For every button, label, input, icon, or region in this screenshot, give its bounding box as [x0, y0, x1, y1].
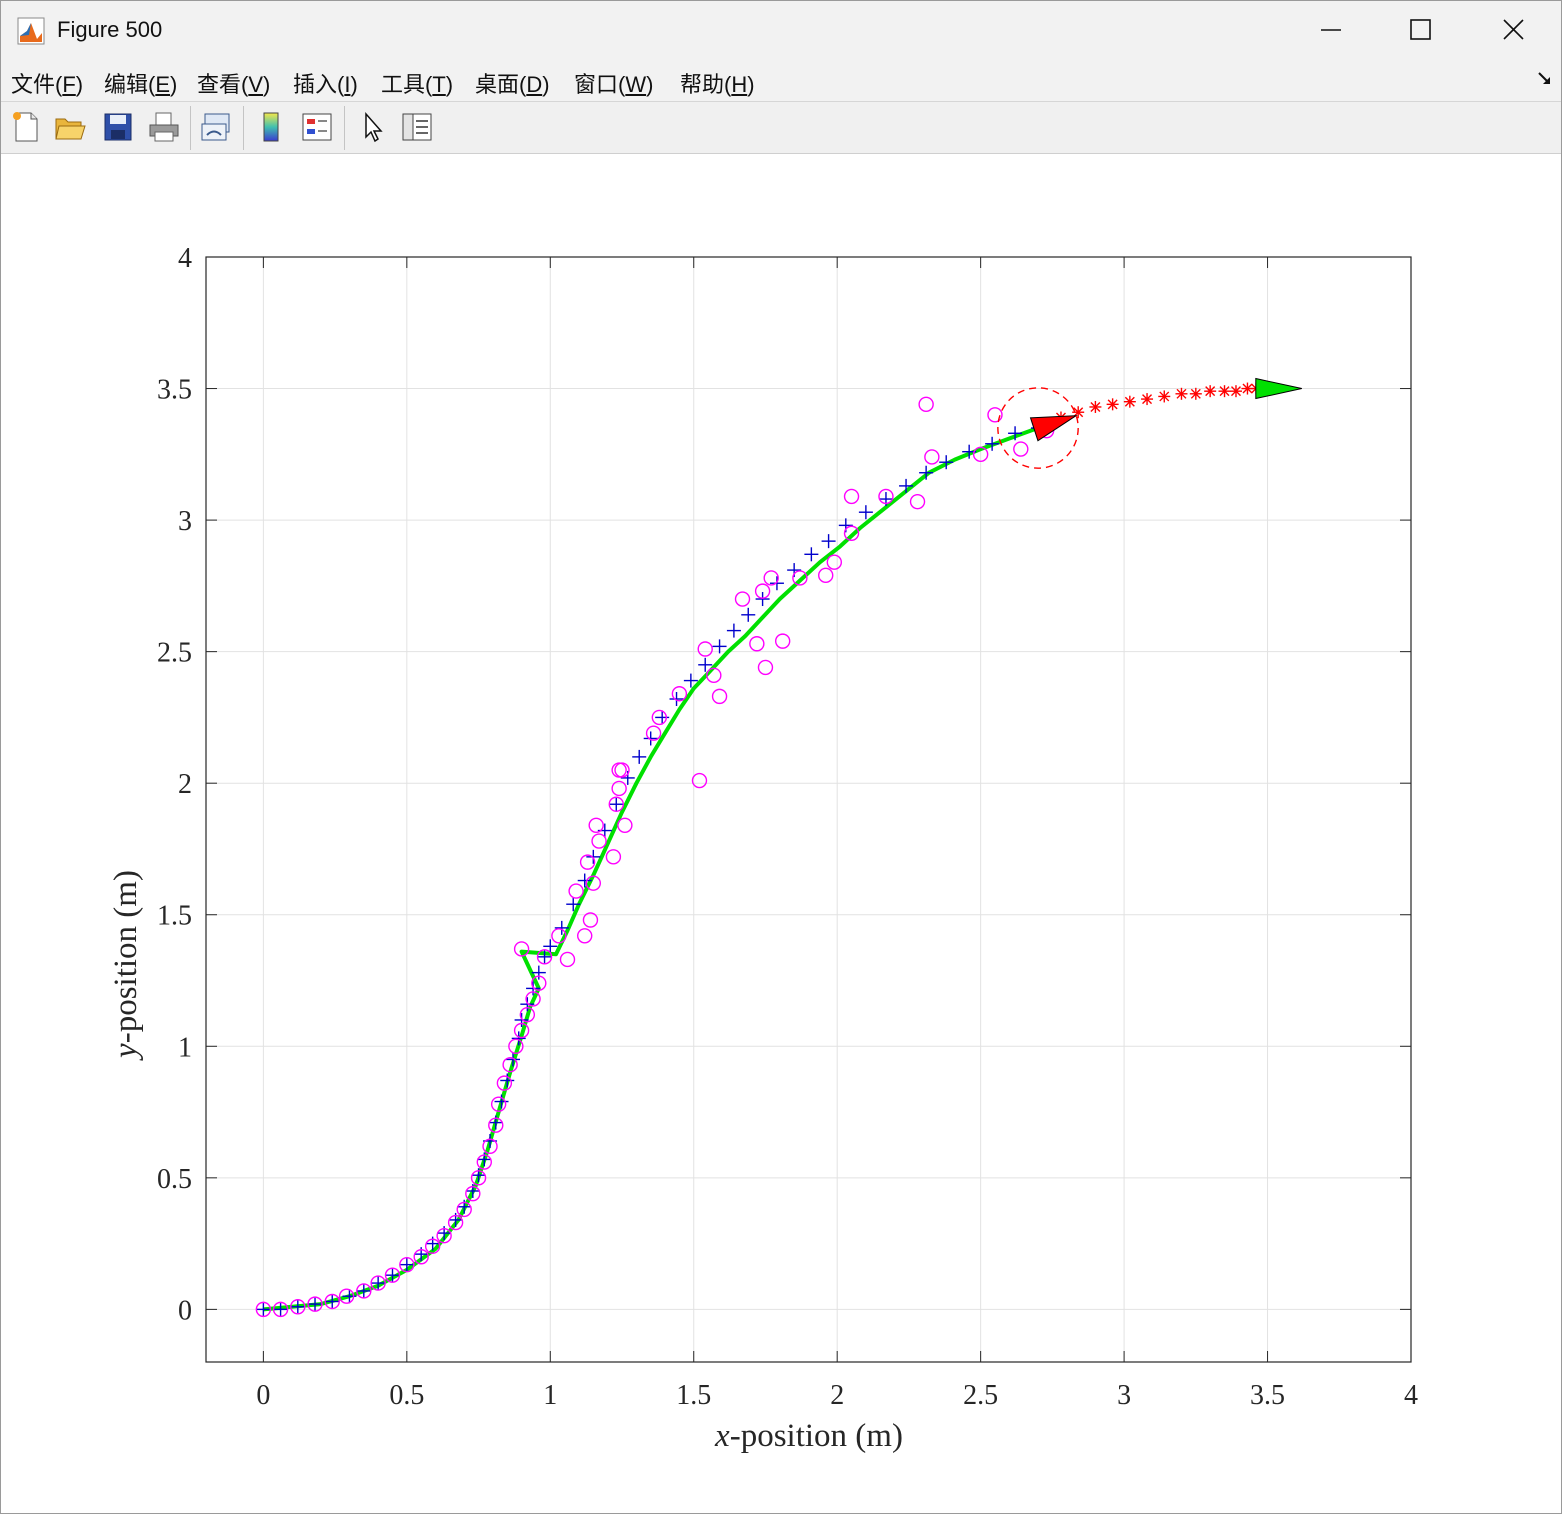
- x-tick-label: 0: [256, 1380, 270, 1411]
- legend-icon[interactable]: [300, 110, 334, 144]
- axes-background: [206, 257, 1411, 1362]
- trajectory-plot[interactable]: 0 0.5 1 1.5 2 2.5 3 3.5 4 0 0.5 1 1.5 2 2.5 3 3.5 4 x-pos…: [1, 154, 1561, 1513]
- menu-item[interactable]: 窗口(W): [574, 67, 653, 99]
- title-bar[interactable]: Figure 500: [1, 1, 1561, 59]
- y-tick-label: 2.5: [157, 638, 192, 669]
- open-folder-icon[interactable]: [53, 110, 87, 144]
- prediction-point: [1189, 387, 1202, 400]
- prediction-point: [1229, 385, 1242, 398]
- figure-toolbar: [1, 102, 1561, 154]
- print-icon[interactable]: [147, 110, 181, 144]
- toolbar-separator: [344, 106, 345, 150]
- prediction-point: [1089, 400, 1102, 413]
- matlab-logo-icon: [17, 17, 45, 45]
- x-axis-label: x-position (m): [714, 1418, 903, 1454]
- menu-item[interactable]: 编辑(E): [104, 67, 177, 99]
- prediction-point: [1141, 393, 1154, 406]
- x-tick-label: 1.5: [676, 1380, 711, 1411]
- x-tick-label: 3: [1117, 1380, 1131, 1411]
- menu-bar: 文件(F) 编辑(E) 查看(V) 插入(I) 工具(T) 桌面(D) 窗口(W) 帮助(H): [1, 59, 1561, 102]
- colorbar-icon[interactable]: [254, 110, 288, 144]
- prediction-point: [1204, 385, 1217, 398]
- x-tick-label: 2.5: [963, 1380, 998, 1411]
- y-tick-label: 3.5: [157, 375, 192, 406]
- x-tick-label: 2: [830, 1380, 844, 1411]
- y-tick-label: 1.5: [157, 901, 192, 932]
- pointer-icon[interactable]: [357, 110, 391, 144]
- x-tick-label: 1: [543, 1380, 557, 1411]
- minimize-button[interactable]: [1303, 9, 1359, 51]
- menu-item[interactable]: 文件(F): [11, 67, 83, 99]
- dock-arrow-icon[interactable]: [1535, 69, 1555, 89]
- prediction-point: [1123, 395, 1136, 408]
- menu-item[interactable]: 查看(V): [197, 67, 270, 99]
- y-tick-label: 4: [178, 243, 192, 274]
- menu-item[interactable]: 工具(T): [381, 67, 453, 99]
- figure-window: Figure 500 文件(F) 编辑(E) 查看(V) 插入(I) 工具(T) 桌面(D…: [0, 0, 1562, 1514]
- prediction-point: [1218, 385, 1231, 398]
- menu-item[interactable]: 帮助(H): [680, 67, 755, 99]
- menu-item[interactable]: 桌面(D): [475, 67, 550, 99]
- y-tick-label: 0: [178, 1295, 192, 1326]
- save-icon[interactable]: [101, 110, 135, 144]
- new-figure-icon[interactable]: [9, 110, 43, 144]
- property-inspector-icon[interactable]: [400, 110, 434, 144]
- prediction-point: [1175, 387, 1188, 400]
- prediction-point: [1106, 398, 1119, 411]
- figure-canvas: 0 0.5 1 1.5 2 2.5 3 3.5 4 0 0.5 1 1.5 2 2.5 3 3.5 4 x-pos…: [1, 154, 1561, 1513]
- window-title: Figure 500: [57, 17, 163, 42]
- y-tick-label: 0.5: [157, 1164, 192, 1195]
- link-plot-icon[interactable]: [199, 110, 233, 144]
- prediction-point: [1158, 390, 1171, 403]
- y-tick-label: 2: [178, 769, 192, 800]
- toolbar-separator: [243, 106, 244, 150]
- close-button[interactable]: [1485, 9, 1541, 51]
- x-tick-label: 0.5: [389, 1380, 424, 1411]
- y-axis-label: y-position (m): [108, 870, 144, 1061]
- y-tick-label: 3: [178, 506, 192, 537]
- x-tick-label: 3.5: [1250, 1380, 1285, 1411]
- toolbar-separator: [190, 106, 191, 150]
- x-tick-label: 4: [1404, 1380, 1418, 1411]
- y-tick-label: 1: [178, 1032, 192, 1063]
- maximize-button[interactable]: [1393, 9, 1449, 51]
- menu-item[interactable]: 插入(I): [293, 67, 358, 99]
